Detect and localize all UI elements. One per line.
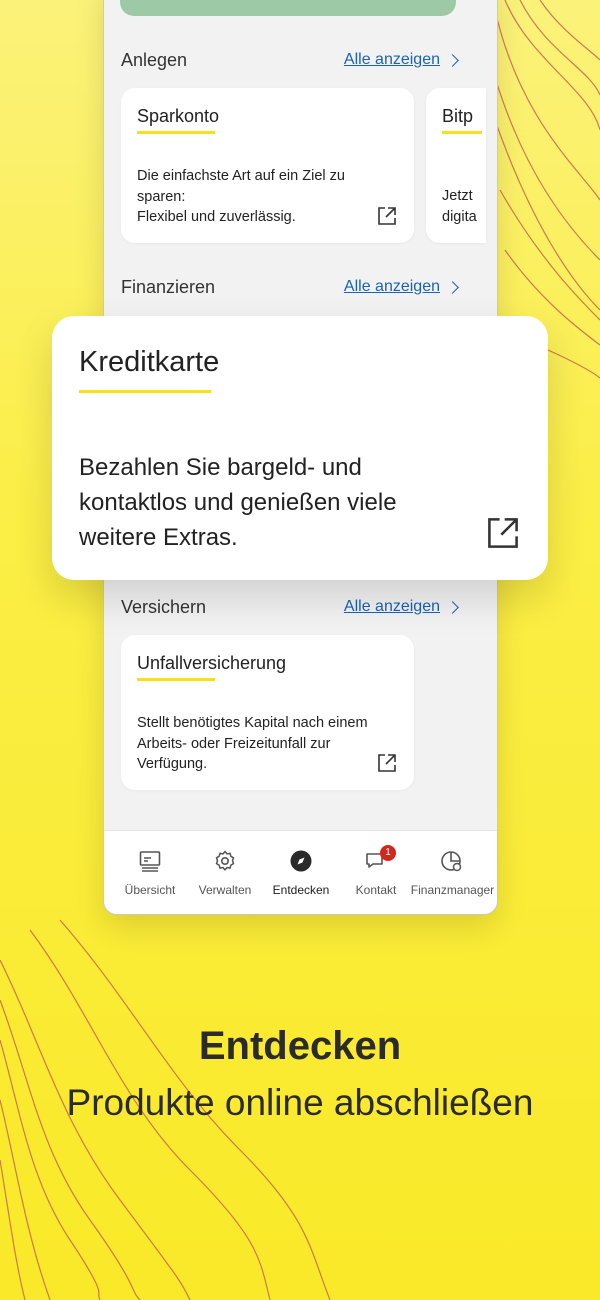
nav-item-verwalten[interactable]: Verwalten <box>185 831 265 914</box>
featured-card-description: Bezahlen Sie bargeld- und kontaktlos und… <box>79 454 397 551</box>
show-all-label: Alle anzeigen <box>343 598 440 615</box>
chevron-right-icon <box>446 53 459 67</box>
chevron-right-icon <box>446 280 459 294</box>
product-card-bitpanda[interactable]: Bitp Jetzt digita <box>426 88 486 243</box>
section-title-versichern: Versichern <box>121 596 207 617</box>
featured-card-title: Kreditkarte <box>79 346 220 378</box>
show-all-label: Alle anzeigen <box>343 51 440 68</box>
section-header-finanzieren: Finanzieren Alle anzeigen <box>121 272 461 302</box>
nav-label: Finanzmanager <box>410 883 495 897</box>
title-underline <box>137 131 215 134</box>
show-all-versichern-link[interactable]: Alle anzeigen <box>344 598 461 616</box>
chevron-right-icon <box>446 600 459 614</box>
promo-banner[interactable] <box>120 0 456 16</box>
card-title: Unfallversicherung <box>137 653 287 673</box>
nav-label: Kontakt <box>355 883 397 897</box>
nav-item-entdecken[interactable]: Entdecken <box>261 831 341 914</box>
compass-icon <box>290 850 312 872</box>
show-all-finanzieren-link[interactable]: Alle anzeigen <box>344 278 461 296</box>
section-title-anlegen: Anlegen <box>121 49 188 70</box>
show-all-label: Alle anzeigen <box>343 278 440 295</box>
card-description: Die einfachste Art auf ein Ziel zu spare… <box>137 168 345 225</box>
section-title-finanzieren: Finanzieren <box>121 276 216 297</box>
show-all-anlegen-link[interactable]: Alle anzeigen <box>344 51 461 69</box>
bottom-navigation: Übersicht Verwalten Entdecken 1 Kontakt <box>104 830 497 914</box>
external-link-icon[interactable] <box>486 516 520 550</box>
nav-item-kontakt[interactable]: 1 Kontakt <box>336 831 416 914</box>
finance-manager-icon <box>441 851 462 872</box>
card-title: Sparkonto <box>137 106 220 126</box>
section-header-anlegen: Anlegen Alle anzeigen <box>121 45 461 75</box>
nav-item-uebersicht[interactable]: Übersicht <box>110 831 190 914</box>
nav-item-finanzmanager[interactable]: Finanzmanager <box>410 831 495 914</box>
external-link-icon[interactable] <box>377 753 397 773</box>
title-underline <box>79 390 211 393</box>
card-title: Bitp <box>442 106 474 126</box>
promo-headline: Entdecken <box>198 1024 402 1068</box>
nav-label: Verwalten <box>198 883 252 897</box>
promo-subline: Produkte online abschließen <box>66 1082 534 1123</box>
title-underline <box>442 131 482 134</box>
card-description: Jetzt digita <box>442 188 477 225</box>
product-card-unfallversicherung[interactable]: Unfallversicherung Stellt benötigtes Kap… <box>121 635 414 790</box>
title-underline <box>137 678 215 681</box>
nav-label: Übersicht <box>124 883 176 897</box>
nav-label: Entdecken <box>272 883 330 897</box>
section-header-versichern: Versichern Alle anzeigen <box>121 592 461 622</box>
card-description: Stellt benötigtes Kapital nach einem Arb… <box>137 715 368 772</box>
notification-badge: 1 <box>380 845 396 861</box>
product-card-sparkonto[interactable]: Sparkonto Die einfachste Art auf ein Zie… <box>121 88 414 243</box>
external-link-icon[interactable] <box>377 206 397 226</box>
featured-card-kreditkarte[interactable]: Kreditkarte Bezahlen Sie bargeld- und ko… <box>52 316 548 580</box>
overview-icon <box>139 851 161 872</box>
gear-icon <box>215 850 235 871</box>
